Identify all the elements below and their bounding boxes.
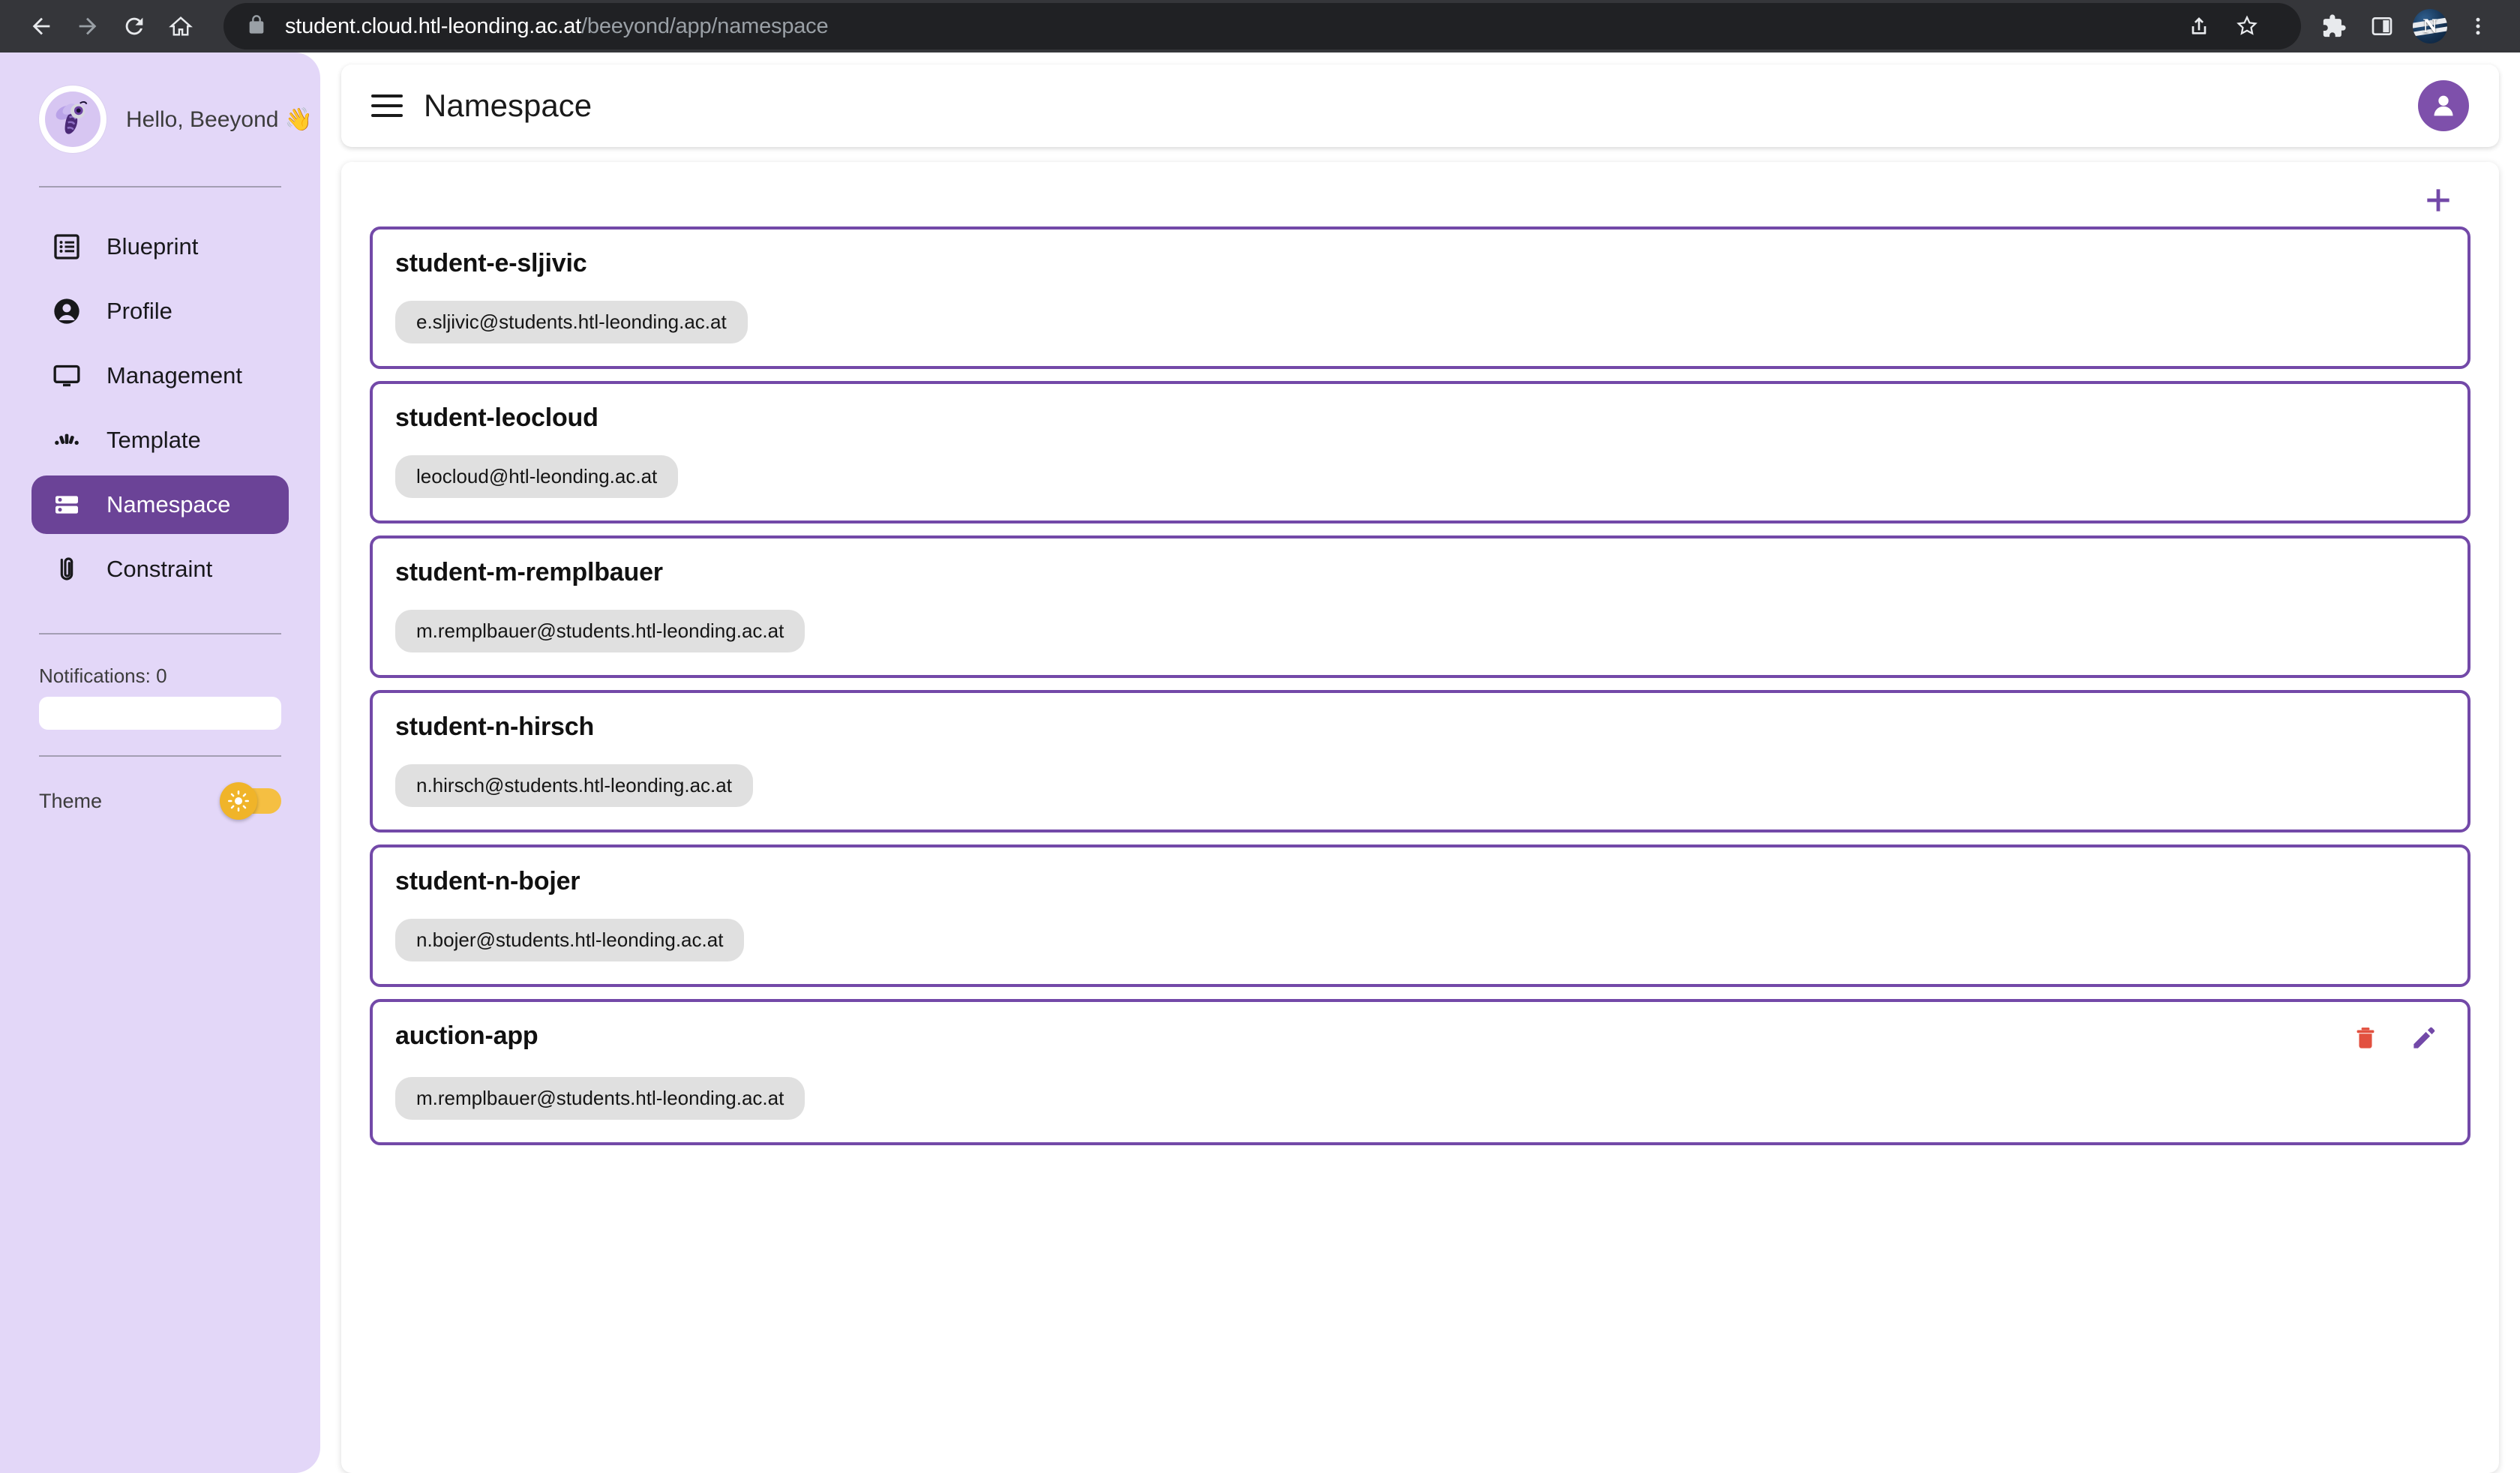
profile-initial: N <box>2422 15 2438 37</box>
app-header: Namespace <box>341 64 2499 147</box>
namespace-card[interactable]: student-n-bojer n.bojer@students.htl-leo… <box>370 844 2470 987</box>
profile-avatar-button[interactable]: N <box>2406 3 2454 50</box>
forward-arrow-icon <box>79 17 97 35</box>
star-icon <box>2236 15 2258 35</box>
account-circle-icon <box>50 296 84 326</box>
namespace-name: student-leocloud <box>395 404 598 432</box>
address-bar[interactable]: student.cloud.htl-leonding.ac.at/beeyond… <box>224 3 2301 50</box>
content-panel: student-e-sljivic e.sljivic@students.htl… <box>341 162 2499 1473</box>
trash-icon <box>2356 1028 2374 1048</box>
list-alt-icon <box>50 232 84 262</box>
extensions-button[interactable] <box>2310 3 2358 50</box>
sidebar-item-constraint[interactable]: Constraint <box>32 540 289 598</box>
namespace-card[interactable]: student-m-remplbauer m.remplbauer@studen… <box>370 536 2470 678</box>
avatar: N <box>2413 9 2447 44</box>
lock-icon <box>246 14 267 39</box>
paperclip-icon <box>50 554 84 584</box>
share-icon <box>2192 17 2206 34</box>
notifications-label: Notifications: 0 <box>39 664 167 687</box>
back-arrow-icon <box>32 17 50 35</box>
divider <box>39 633 281 634</box>
theme-label: Theme <box>39 789 103 812</box>
reload-icon <box>125 17 143 35</box>
sun-icon <box>220 782 257 820</box>
desktop-monitor-icon <box>50 361 84 391</box>
sidebar-item-management[interactable]: Management <box>32 346 289 405</box>
delete-namespace-button[interactable] <box>2349 1022 2382 1054</box>
widgets-fan-icon <box>50 425 84 455</box>
sidebar-item-label: Template <box>106 427 201 453</box>
sidebar-item-label: Constraint <box>106 556 213 582</box>
browser-toolbar: student.cloud.htl-leonding.ac.at/beeyond… <box>0 0 2520 52</box>
back-button[interactable] <box>18 3 64 50</box>
chrome-menu-button[interactable] <box>2454 3 2502 50</box>
account-button[interactable] <box>2418 80 2469 131</box>
hamburger-menu-icon[interactable] <box>371 88 406 123</box>
sidebar-item-label: Management <box>106 362 242 388</box>
sidebar-item-template[interactable]: Template <box>32 411 289 470</box>
storage-rows-icon <box>50 490 84 520</box>
sidebar-item-label: Blueprint <box>106 233 199 260</box>
namespace-owner-chip: n.hirsch@students.htl-leonding.ac.at <box>395 764 753 807</box>
edit-namespace-button[interactable] <box>2408 1022 2440 1054</box>
namespace-name: student-m-remplbauer <box>395 558 663 586</box>
sidebar-nav: Blueprint Profile Management Template Na… <box>32 218 289 598</box>
divider <box>39 186 281 188</box>
pencil-icon <box>2414 1027 2435 1048</box>
add-namespace-button[interactable] <box>2418 180 2458 220</box>
bookmark-button[interactable] <box>2223 3 2271 50</box>
namespace-list: student-e-sljivic e.sljivic@students.htl… <box>370 226 2470 1145</box>
namespace-name: student-n-bojer <box>395 867 580 896</box>
greeting-text: Hello, Beeyond 👋 <box>126 106 314 132</box>
namespace-actions <box>2349 1022 2445 1054</box>
theme-row: Theme <box>39 782 281 820</box>
home-icon <box>169 16 193 36</box>
bee-avatar-icon <box>45 92 100 147</box>
divider <box>39 755 281 757</box>
namespace-name: auction-app <box>395 1022 538 1050</box>
sidebar-item-profile[interactable]: Profile <box>32 282 289 340</box>
page-title: Namespace <box>424 88 592 123</box>
add-row <box>370 180 2470 220</box>
namespace-owner-chip: m.remplbauer@students.htl-leonding.ac.at <box>395 1077 806 1120</box>
namespace-card[interactable]: student-n-hirsch n.hirsch@students.htl-l… <box>370 690 2470 832</box>
forward-button[interactable] <box>64 3 111 50</box>
three-dot-menu-icon <box>2476 17 2480 35</box>
share-button[interactable] <box>2175 3 2223 50</box>
namespace-card[interactable]: student-e-sljivic e.sljivic@students.htl… <box>370 226 2470 369</box>
puzzle-piece-icon <box>2323 14 2346 38</box>
home-button[interactable] <box>158 3 204 50</box>
namespace-card[interactable]: student-leocloud leocloud@htl-leonding.a… <box>370 381 2470 524</box>
side-panel-icon <box>2372 17 2392 35</box>
namespace-owner-chip: n.bojer@students.htl-leonding.ac.at <box>395 919 745 962</box>
url-text: student.cloud.htl-leonding.ac.at/beeyond… <box>285 14 829 38</box>
avatar <box>39 86 106 153</box>
side-panel-button[interactable] <box>2358 3 2406 50</box>
namespace-owner-chip: e.sljivic@students.htl-leonding.ac.at <box>395 301 748 344</box>
theme-toggle[interactable] <box>220 782 281 820</box>
main-region: Namespace student-e-sljivic e.sljivic@st… <box>320 52 2520 1473</box>
reload-button[interactable] <box>111 3 158 50</box>
sidebar-item-label: Namespace <box>106 491 231 518</box>
notifications-input[interactable] <box>39 697 281 730</box>
namespace-name: student-e-sljivic <box>395 249 587 278</box>
namespace-owner-chip: m.remplbauer@students.htl-leonding.ac.at <box>395 610 806 652</box>
namespace-card[interactable]: auction-app m.remplbauer@students.htl-le… <box>370 999 2470 1145</box>
sidebar: Hello, Beeyond 👋 Blueprint Profile Manag… <box>0 52 320 1473</box>
person-icon <box>2434 95 2453 116</box>
sidebar-item-namespace[interactable]: Namespace <box>32 476 289 534</box>
namespace-name: student-n-hirsch <box>395 712 595 741</box>
plus-icon <box>2427 189 2450 212</box>
namespace-owner-chip: leocloud@htl-leonding.ac.at <box>395 455 679 498</box>
sidebar-item-blueprint[interactable]: Blueprint <box>32 218 289 276</box>
sidebar-item-label: Profile <box>106 298 172 324</box>
app-root: Hello, Beeyond 👋 Blueprint Profile Manag… <box>0 52 2520 1473</box>
sidebar-user-header: Hello, Beeyond 👋 <box>32 52 313 153</box>
sidebar-footer: Notifications: 0 Theme <box>32 638 289 820</box>
